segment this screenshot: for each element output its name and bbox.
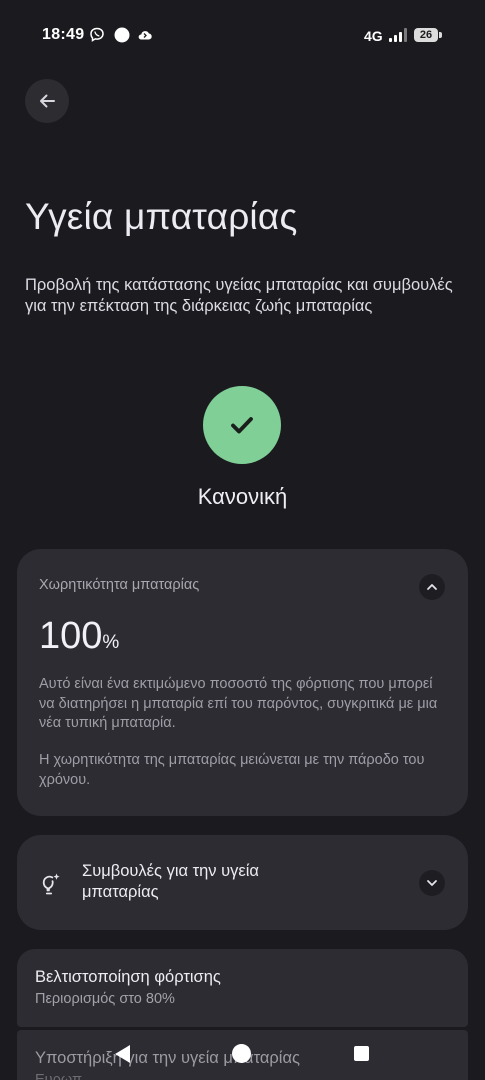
system-navigation-bar (0, 1038, 485, 1070)
lightbulb-sparkle-icon (42, 873, 60, 895)
back-button[interactable] (25, 79, 69, 123)
battery-level: 26 (414, 28, 438, 42)
capacity-note: Η χωρητικότητα της μπαταρίας μειώνεται μ… (39, 752, 425, 788)
battery-tips-card[interactable]: Συμβουλές για την υγεία μπαταρίας (17, 835, 468, 930)
nav-back-triangle-icon[interactable] (112, 1043, 134, 1065)
status-time: 18:49 (42, 26, 85, 43)
capacity-number: 100 (39, 615, 103, 657)
notification-dot-icon (114, 27, 130, 43)
battery-health-screen: 18:49 4G 26 Υγεία μπαταρίας Προβολή της … (0, 0, 485, 1080)
nav-home-circle-icon[interactable] (232, 1044, 251, 1063)
charging-optimization-item[interactable]: Βελτιστοποίηση φόρτισης Περιορισμός στο … (17, 949, 468, 1027)
arrow-left-icon (40, 94, 55, 108)
network-type: 4G (364, 28, 383, 44)
page-description: Προβολή της κατάστασης υγείας μπαταρίας … (25, 276, 453, 315)
battery-capacity-card: Χωρητικότητα μπαταρίας 100% Αυτό είναι έ… (17, 549, 468, 816)
chevron-up-icon (427, 584, 437, 590)
battery-tip (439, 32, 442, 38)
collapse-button[interactable] (419, 574, 445, 600)
health-status-indicator (203, 386, 281, 464)
health-status-label: Κανονική (197, 484, 288, 509)
capacity-unit: % (102, 632, 120, 653)
charging-optimization-subtitle: Περιορισμός στο 80% (35, 991, 175, 1007)
viber-icon (90, 27, 104, 42)
chevron-down-icon (427, 880, 437, 886)
charging-optimization-title: Βελτιστοποίηση φόρτισης (35, 968, 221, 986)
check-icon (231, 417, 253, 434)
expand-button[interactable] (419, 870, 445, 896)
cloud-sync-icon (138, 31, 152, 40)
page-title: Υγεία μπαταρίας (25, 196, 298, 237)
status-bar: 18:49 4G 26 (0, 0, 485, 72)
tips-label: Συμβουλές για την υγεία μπαταρίας (82, 862, 259, 901)
capacity-label: Χωρητικότητα μπαταρίας (39, 577, 200, 593)
capacity-explanation: Αυτό είναι ένα εκτιμώμενο ποσοστό της φό… (39, 676, 438, 731)
signal-strength-icon (389, 28, 407, 42)
capacity-value: 100% (39, 615, 119, 658)
nav-recents-square-icon[interactable] (354, 1046, 369, 1061)
battery-health-support-subtitle: Ευρωπ... (35, 1072, 95, 1080)
